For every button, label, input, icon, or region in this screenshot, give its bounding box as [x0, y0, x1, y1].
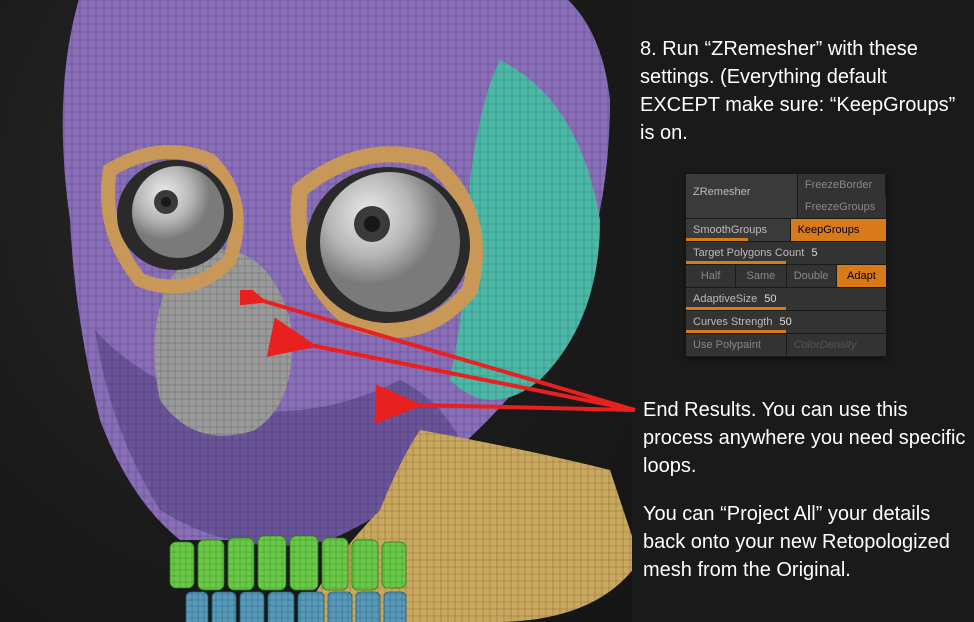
- results-paragraph-2: You can “Project All” your details back …: [643, 500, 973, 584]
- freeze-groups-toggle[interactable]: FreezeGroups: [798, 196, 886, 218]
- smooth-groups-toggle[interactable]: SmoothGroups: [686, 219, 791, 241]
- results-paragraph-1: End Results. You can use this process an…: [643, 396, 973, 480]
- zremesher-button[interactable]: ZRemesher: [686, 174, 798, 218]
- adaptive-size-value: 50: [764, 293, 776, 305]
- zremesher-panel: ZRemesher FreezeBorder FreezeGroups Smoo…: [686, 174, 886, 357]
- double-button[interactable]: Double: [787, 265, 837, 287]
- same-button[interactable]: Same: [736, 265, 786, 287]
- step-instruction: 8. Run “ZRemesher” with these settings. …: [640, 35, 970, 147]
- use-polypaint-toggle[interactable]: Use Polypaint: [686, 334, 787, 356]
- half-button[interactable]: Half: [686, 265, 736, 287]
- target-polygons-value: 5: [811, 247, 817, 259]
- adapt-button[interactable]: Adapt: [837, 265, 886, 287]
- freeze-border-toggle[interactable]: FreezeBorder: [798, 174, 886, 196]
- viewport-3d[interactable]: [0, 0, 632, 622]
- adaptive-size-slider[interactable]: AdaptiveSize 50: [686, 288, 886, 311]
- adaptive-size-label: AdaptiveSize: [693, 293, 757, 305]
- smooth-groups-label: SmoothGroups: [693, 224, 767, 236]
- target-polygons-slider[interactable]: Target Polygons Count 5: [686, 242, 886, 265]
- curves-strength-value: 50: [780, 316, 792, 328]
- color-density-toggle: ColorDensity: [787, 334, 887, 356]
- curves-strength-label: Curves Strength: [693, 316, 772, 328]
- skull-mesh-render: [0, 0, 632, 622]
- keep-groups-toggle[interactable]: KeepGroups: [791, 219, 886, 241]
- curves-strength-slider[interactable]: Curves Strength 50: [686, 311, 886, 334]
- target-polygons-label: Target Polygons Count: [693, 247, 804, 259]
